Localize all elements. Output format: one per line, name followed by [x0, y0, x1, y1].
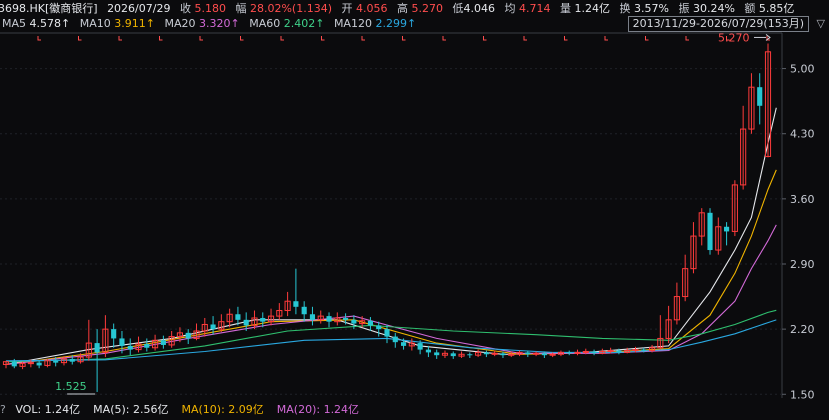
period-marker — [37, 36, 41, 41]
candle-body — [235, 314, 241, 320]
period-marker — [361, 36, 365, 41]
candle-body — [260, 317, 266, 322]
period-marker — [402, 36, 406, 41]
candle-body — [707, 212, 713, 251]
candle-body — [525, 352, 531, 355]
candle-body — [467, 354, 473, 356]
candle-body — [185, 332, 191, 339]
y-tick-label: 5.00 — [790, 63, 815, 76]
candle-body — [119, 338, 125, 346]
candle-body — [111, 329, 117, 339]
candle-body — [309, 314, 316, 320]
period-marker — [199, 36, 203, 41]
candle-body — [326, 316, 332, 322]
candle-body — [724, 226, 730, 232]
vol-ma20: MA(20): 1.24亿 — [276, 403, 360, 416]
candle-body — [144, 344, 150, 348]
period-marker — [240, 36, 244, 41]
candle-body — [36, 362, 42, 366]
candle-body — [94, 343, 100, 353]
y-tick-label: 2.90 — [790, 258, 815, 271]
y-tick-label: 1.50 — [790, 388, 815, 401]
candle-body — [27, 362, 34, 365]
vol-ma5: MA(5): 2.56亿 — [93, 403, 169, 416]
candle-body — [53, 360, 59, 363]
candle-body — [549, 353, 556, 356]
candle-body — [210, 324, 216, 330]
period-marker — [685, 36, 689, 41]
max-label: 5.270 — [718, 31, 750, 44]
candle-body — [425, 349, 431, 353]
candle-body — [127, 345, 133, 350]
candle-body — [160, 340, 166, 345]
period-marker — [523, 36, 527, 41]
volume-summary: ? VOL: 1.24亿 MA(5): 2.56亿 MA(10): 2.09亿 … — [0, 403, 359, 417]
period-marker — [159, 36, 163, 41]
candle-body — [69, 358, 75, 362]
period-marker — [564, 36, 568, 41]
candle-body — [243, 319, 249, 326]
candle-body — [591, 351, 597, 354]
period-marker — [280, 36, 284, 41]
period-marker — [483, 36, 487, 41]
min-label: 1.525 — [55, 380, 87, 393]
y-tick-label: 4.30 — [790, 128, 815, 141]
candle-body — [384, 329, 390, 337]
candle-body — [757, 87, 763, 106]
candle-body — [541, 353, 547, 356]
candle-body — [367, 320, 374, 326]
candle-body — [11, 361, 17, 367]
period-marker — [78, 36, 82, 41]
candle-body — [376, 325, 382, 330]
candle-body — [392, 336, 398, 343]
candle-body — [607, 350, 614, 353]
candle-body — [641, 349, 647, 351]
candle-body — [616, 350, 622, 353]
candle-body — [450, 353, 456, 357]
vol-value: VOL: 1.24亿 — [15, 403, 81, 416]
candle-body — [293, 301, 299, 307]
y-tick-label: 2.20 — [790, 323, 815, 336]
candle-body — [400, 342, 407, 346]
candle-body — [491, 352, 498, 355]
candle-body — [500, 353, 506, 356]
candle-body — [566, 352, 572, 354]
vol-ma10: MA(10): 2.09亿 — [181, 403, 264, 416]
y-tick-label: 3.60 — [790, 193, 815, 206]
period-marker — [645, 36, 649, 41]
candle-body — [434, 352, 440, 356]
period-marker — [604, 36, 608, 41]
candle-body — [533, 352, 540, 355]
candlestick-chart[interactable]: 5.00 4.30 3.60 2.90 2.20 1.50 5.270 1.525 — [0, 0, 829, 403]
period-marker — [321, 36, 325, 41]
period-marker — [442, 36, 446, 41]
candle-body — [632, 349, 639, 352]
candle-body — [508, 353, 515, 356]
candle-body — [417, 343, 423, 350]
candle-body — [343, 317, 349, 320]
candle-body — [483, 352, 489, 355]
candle-body — [582, 350, 589, 353]
candle-body — [574, 351, 581, 354]
period-marker — [118, 36, 122, 41]
candle-body — [301, 306, 307, 315]
help-icon[interactable]: ? — [0, 403, 6, 416]
candle-body — [351, 319, 357, 324]
